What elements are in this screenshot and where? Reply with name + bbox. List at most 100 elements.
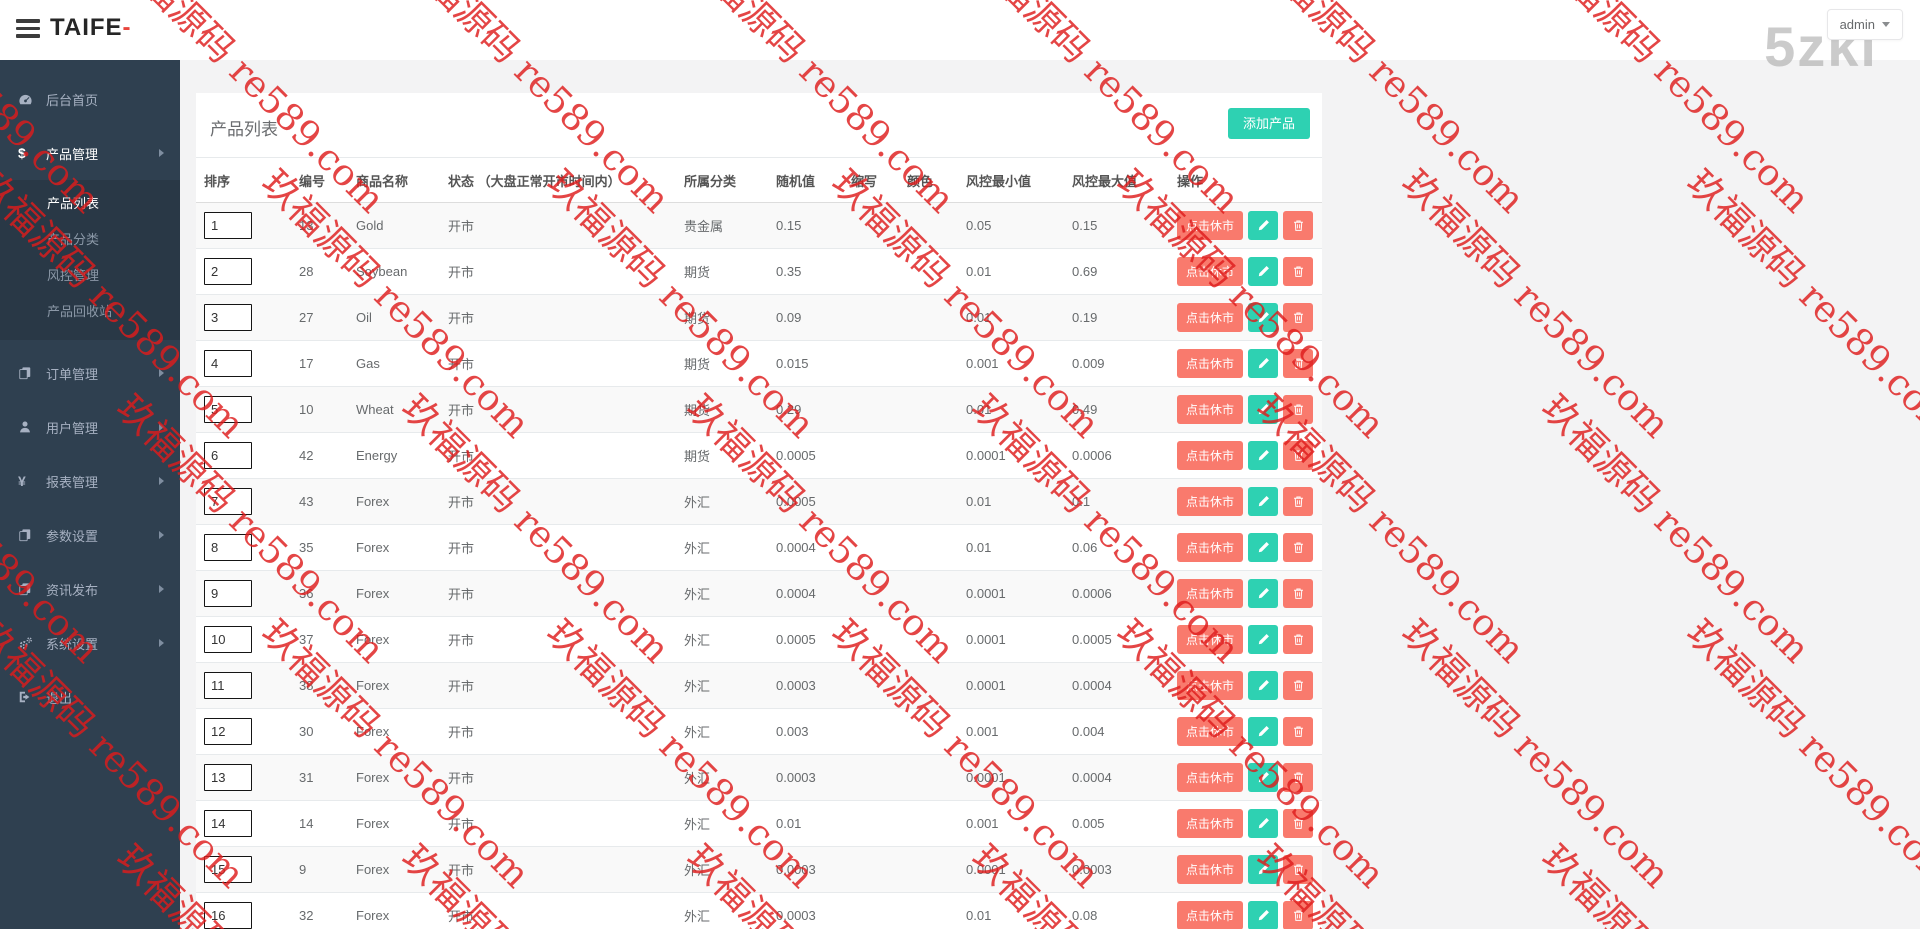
col-actions: 操作 [1169, 158, 1322, 203]
sort-input[interactable] [204, 856, 252, 883]
edit-button[interactable] [1248, 579, 1279, 608]
sort-input[interactable] [204, 212, 252, 239]
delete-button[interactable] [1283, 349, 1314, 378]
delete-button[interactable] [1283, 487, 1314, 516]
close-market-button[interactable]: 点击休市 [1177, 211, 1244, 240]
delete-button[interactable] [1283, 855, 1314, 884]
edit-button[interactable] [1248, 901, 1279, 929]
add-product-button[interactable]: 添加产品 [1227, 108, 1310, 139]
sidebar-item-label: 产品管理 [46, 146, 99, 162]
sidebar-item-parameters[interactable]: 参数设置 [0, 508, 180, 562]
edit-button[interactable] [1248, 211, 1279, 240]
edit-button[interactable] [1248, 487, 1279, 516]
close-market-button[interactable]: 点击休市 [1177, 395, 1244, 424]
delete-button[interactable] [1283, 441, 1314, 470]
trash-icon [1292, 311, 1305, 324]
close-market-button[interactable]: 点击休市 [1177, 901, 1244, 929]
sidebar-item-orders[interactable]: 订单管理 [0, 346, 180, 400]
sidebar-item-products[interactable]: $ 产品管理 [0, 126, 180, 180]
cell-sort [196, 616, 291, 663]
cell-min: 0.0001 [958, 432, 1064, 479]
edit-button[interactable] [1248, 441, 1279, 470]
sidebar-item-users[interactable]: 用户管理 [0, 400, 180, 454]
sort-input[interactable] [204, 902, 252, 929]
delete-button[interactable] [1283, 671, 1314, 700]
close-market-button[interactable]: 点击休市 [1177, 441, 1244, 470]
cell-id: 43 [291, 478, 348, 525]
row-actions: 点击休市 [1177, 487, 1314, 516]
delete-button[interactable] [1283, 717, 1314, 746]
chevron-right-icon [159, 585, 164, 593]
sort-input[interactable] [204, 534, 252, 561]
delete-button[interactable] [1283, 533, 1314, 562]
cell-status: 开市 [440, 662, 676, 709]
edit-button[interactable] [1248, 257, 1279, 286]
delete-button[interactable] [1283, 579, 1314, 608]
chevron-right-icon [159, 423, 164, 431]
cell-category: 外汇 [676, 524, 768, 571]
edit-button[interactable] [1248, 395, 1279, 424]
sidebar-item-news[interactable]: 资讯发布 [0, 562, 180, 616]
delete-button[interactable] [1283, 901, 1314, 929]
edit-button[interactable] [1248, 763, 1279, 792]
delete-button[interactable] [1283, 257, 1314, 286]
close-market-button[interactable]: 点击休市 [1177, 533, 1244, 562]
menu-toggle-icon[interactable] [16, 19, 42, 41]
delete-button[interactable] [1283, 625, 1314, 654]
delete-button[interactable] [1283, 809, 1314, 838]
delete-button[interactable] [1283, 395, 1314, 424]
cell-min: 0.01 [958, 892, 1064, 929]
sort-input[interactable] [204, 488, 252, 515]
sort-input[interactable] [204, 350, 252, 377]
sort-input[interactable] [204, 258, 252, 285]
cell-max: 0.0006 [1064, 432, 1169, 479]
close-market-button[interactable]: 点击休市 [1177, 579, 1244, 608]
sort-input[interactable] [204, 580, 252, 607]
delete-button[interactable] [1283, 211, 1314, 240]
sidebar-subitem-product-recycle[interactable]: 产品回收站 [0, 294, 180, 330]
sort-input[interactable] [204, 810, 252, 837]
sort-input[interactable] [204, 672, 252, 699]
close-market-button[interactable]: 点击休市 [1177, 855, 1244, 884]
edit-button[interactable] [1248, 855, 1279, 884]
close-market-button[interactable]: 点击休市 [1177, 487, 1244, 516]
sidebar-item-dashboard[interactable]: 后台首页 [0, 72, 180, 126]
sidebar-subitem-product-category[interactable]: 产品分类 [0, 222, 180, 258]
col-sort: 排序 [196, 158, 291, 203]
close-market-button[interactable]: 点击休市 [1177, 763, 1244, 792]
close-market-button[interactable]: 点击休市 [1177, 625, 1244, 654]
cell-max: 0.0003 [1064, 846, 1169, 893]
close-market-button[interactable]: 点击休市 [1177, 349, 1244, 378]
sort-input[interactable] [204, 718, 252, 745]
edit-button[interactable] [1248, 533, 1279, 562]
user-menu[interactable]: admin [1826, 9, 1903, 40]
edit-button[interactable] [1248, 625, 1279, 654]
edit-button[interactable] [1248, 671, 1279, 700]
sidebar-subitem-product-list[interactable]: 产品列表 [0, 186, 180, 222]
sort-input[interactable] [204, 626, 252, 653]
sort-input[interactable] [204, 764, 252, 791]
close-market-button[interactable]: 点击休市 [1177, 717, 1244, 746]
sort-input[interactable] [204, 442, 252, 469]
edit-button[interactable] [1248, 717, 1279, 746]
sidebar-item-system[interactable]: 系统设置 [0, 616, 180, 670]
cell-max: 0.004 [1064, 708, 1169, 755]
sidebar-item-logout[interactable]: 退出 [0, 670, 180, 724]
cell-min: 0.01 [958, 248, 1064, 295]
sort-input[interactable] [204, 396, 252, 423]
close-market-button[interactable]: 点击休市 [1177, 303, 1244, 332]
edit-button[interactable] [1248, 303, 1279, 332]
sidebar-subitem-risk-control[interactable]: 风控管理 [0, 258, 180, 294]
close-market-button[interactable]: 点击休市 [1177, 809, 1244, 838]
close-market-button[interactable]: 点击休市 [1177, 671, 1244, 700]
close-market-button[interactable]: 点击休市 [1177, 257, 1244, 286]
col-abbr: 缩写 [843, 158, 899, 203]
edit-button[interactable] [1248, 349, 1279, 378]
cell-color [899, 386, 958, 433]
edit-button[interactable] [1248, 809, 1279, 838]
delete-button[interactable] [1283, 303, 1314, 332]
cell-min: 0.001 [958, 340, 1064, 387]
sort-input[interactable] [204, 304, 252, 331]
delete-button[interactable] [1283, 763, 1314, 792]
sidebar-item-reports[interactable]: ¥ 报表管理 [0, 454, 180, 508]
